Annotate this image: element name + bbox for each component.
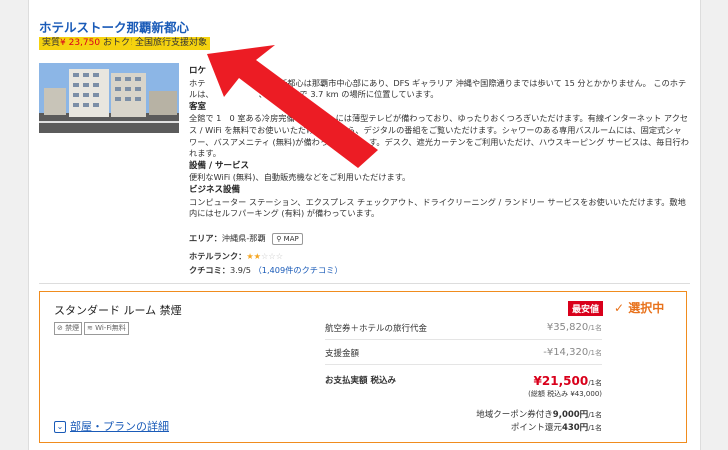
badge-price: ¥ 23,750 — [60, 38, 101, 48]
selected-label: 選択中 — [628, 301, 665, 315]
no-smoking-label: 禁煙 — [65, 324, 80, 332]
price-unit: /1名 — [588, 379, 602, 387]
coupon-label: 地域クーポン券付き — [476, 410, 553, 420]
price-row-label: 航空券＋ホテルの旅行代金 — [325, 324, 428, 334]
selected-indicator[interactable]: ✓ 選択中 — [614, 299, 664, 316]
price-row-value: ¥35,820/1名 — [547, 322, 602, 333]
check-icon: ✓ — [614, 301, 625, 315]
points-value: ポイント還元430円/1名 — [511, 421, 602, 433]
room-name: スタンダード ルーム 禁煙 — [54, 304, 182, 317]
cheapest-badge: 最安値 — [568, 301, 604, 316]
coupon-unit: /1名 — [588, 411, 602, 419]
effective-price-badge: 実質¥ 23,750 おトク！ — [39, 37, 142, 50]
rating-label: クチコミ： — [189, 265, 230, 275]
row-divider — [325, 364, 602, 365]
review-count-link[interactable]: （1,409件のクチコミ） — [254, 265, 343, 275]
price-row-value: -¥14,320/1名 — [543, 347, 602, 358]
room-heading: 客室 — [189, 101, 207, 112]
room-text: 全館で 1 0 室ある冷房完備 には薄型テレビが備わっており、ゆったりおくつろぎ… — [189, 113, 689, 159]
map-button-label: MAP — [283, 234, 299, 243]
rating-value: 3.9 — [229, 265, 243, 275]
room-details-link[interactable]: ⌄ 部屋・プランの詳細 — [54, 418, 169, 434]
price-row-label: 支援金額 — [325, 349, 360, 359]
location-heading: ロケ — [189, 66, 207, 76]
points-label: ポイント還元 — [510, 423, 562, 433]
points-unit: /1名 — [588, 424, 602, 432]
price-row-label: お支払実額 税込み — [325, 376, 396, 386]
rating-max: /5 — [242, 265, 251, 275]
total-note: (総額 税込み ¥43,000) — [528, 390, 602, 398]
section-divider — [39, 283, 690, 284]
chevron-down-icon: ⌄ — [54, 421, 66, 433]
price-amount: ¥21,500 — [533, 374, 589, 388]
area-value: 沖縄県-那覇 — [221, 233, 266, 243]
row-divider — [325, 339, 602, 340]
business-text: コンピューター ステーション、エクスプレス チェックアウト、ドライクリーニング … — [189, 196, 686, 219]
map-button[interactable]: ⚲ MAP — [272, 232, 303, 245]
badge-prefix: 実質 — [42, 38, 61, 48]
wifi-tag: ≋ Wi-Fi無料 — [84, 322, 129, 335]
coupon-value: 地域クーポン券付き9,000円/1名 — [476, 408, 602, 420]
rank-stars-icon: ★★☆☆☆ — [246, 251, 284, 261]
map-pin-icon: ⚲ — [276, 234, 282, 243]
wifi-label: Wi-Fi無料 — [95, 324, 126, 332]
facility-heading: 設備 / サービス — [189, 160, 250, 171]
facility-text: 便利なWiFi (無料)、自動販売機などをご利用いただけます。 — [189, 172, 411, 183]
room-plan-card[interactable]: スタンダード ルーム 禁煙 ⊘ 禁煙 ≋ Wi-Fi無料 最安値 ✓ 選択中 航… — [39, 291, 687, 443]
hotel-description: ロケ ホテ 那覇新都心は那覇市中心部にあり、DFS ギャラリア 沖縄や国際通りま… — [189, 65, 689, 220]
rank-label: ホテルランク： — [189, 251, 247, 261]
campaign-badge: 全国旅行支援対象 — [132, 37, 211, 50]
points-amount: 430円 — [561, 423, 589, 433]
price-unit: /1名 — [588, 324, 602, 332]
location-text: ホテ 那覇新都心は那覇市中心部にあり、DFS ギャラリア 沖縄や国際通りまでは歩… — [189, 77, 687, 100]
price-amount: -¥14,320 — [543, 347, 589, 358]
hotel-photo[interactable] — [39, 63, 179, 133]
hotel-name-link[interactable]: ホテルストーク那覇新都心 — [39, 17, 189, 36]
no-smoking-tag: ⊘ 禁煙 — [54, 322, 83, 335]
area-label: エリア： — [189, 233, 222, 243]
price-row-value: ¥21,500/1名 — [534, 374, 602, 388]
coupon-amount: 9,000円 — [552, 410, 589, 420]
area-row: エリア：沖縄県-那覇 ⚲ MAP — [189, 232, 303, 245]
price-amount: ¥35,820 — [546, 322, 589, 333]
rating-row: クチコミ：3.9/5 （1,409件のクチコミ） — [189, 264, 343, 276]
business-heading: ビジネス設備 — [189, 184, 241, 195]
rank-row: ホテルランク：★★☆☆☆ — [189, 250, 283, 262]
room-details-label: 部屋・プランの詳細 — [70, 420, 169, 433]
price-unit: /1名 — [588, 349, 602, 357]
